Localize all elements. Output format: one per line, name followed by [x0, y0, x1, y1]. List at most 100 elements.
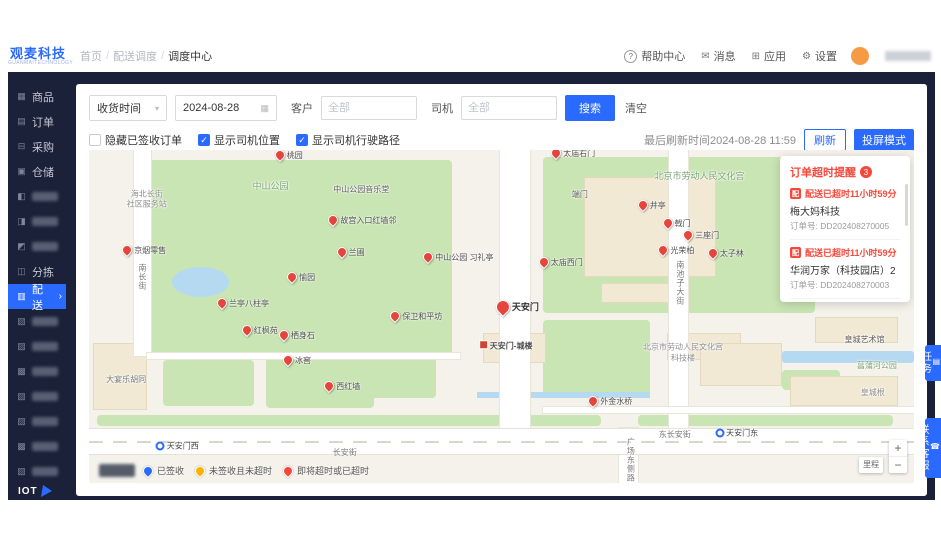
map-marker[interactable]: 栖身石 [276, 327, 315, 342]
map-marker[interactable]: 故宫入口红墙邻 [326, 212, 397, 227]
map-label: 菖蒲河公园 [856, 361, 897, 371]
calendar-icon: ▦ [260, 102, 269, 113]
map-marker[interactable]: 太庙右门 [549, 150, 596, 161]
map-marker[interactable]: 兰圃 [334, 244, 365, 259]
checkbox-option[interactable]: ✓ 显示司机行驶路径 [296, 132, 400, 148]
search-button[interactable]: 搜索 [565, 95, 615, 121]
map-marker[interactable]: 戟门 [660, 216, 691, 231]
sidebar-item-配送[interactable]: ▥ 配送 › [8, 284, 66, 312]
clear-button[interactable]: 清空 [625, 100, 647, 116]
sidebar-item-商品[interactable]: ▦ 商品 [8, 84, 66, 109]
map-label: 东长安街 [658, 429, 691, 439]
sidebar-item-采购[interactable]: ⊟ 采购 [8, 134, 66, 159]
map-marker[interactable]: 外金水桥 [586, 394, 633, 409]
scrollbar[interactable] [905, 184, 908, 226]
map-marker[interactable]: 京烟零售 [120, 242, 167, 257]
mileage-button[interactable]: 里程 [859, 457, 883, 473]
masked-text [32, 217, 58, 226]
map-marker[interactable]: 太子林 [705, 246, 744, 261]
map-marker[interactable]: 西红墙 [322, 379, 361, 394]
order-alert-item[interactable]: 配剩余0分华润万家（科技园店）2 [790, 298, 900, 302]
marker-label: 西红墙 [336, 382, 361, 392]
marker-label: 故宫入口红墙邻 [340, 215, 397, 225]
breadcrumb-item[interactable]: 配送调度 [113, 48, 157, 64]
order-number: 订单号: DD202408270005 [790, 221, 890, 231]
map-marker[interactable]: 光荣柏 [656, 242, 694, 257]
marker-label: 三座门 [695, 230, 720, 240]
sidebar-item-masked[interactable]: ◩ [8, 234, 66, 259]
masked-text [32, 417, 58, 426]
marker-label: 太子林 [719, 249, 744, 259]
sidebar-item-masked[interactable]: ▧ [8, 384, 66, 409]
chevron-right-icon: › [58, 291, 62, 302]
sidebar-item-masked[interactable]: ▨ [8, 409, 66, 434]
legend-item: 已签收 [140, 463, 184, 478]
delivery-tag-icon: 配 [790, 247, 801, 258]
marker-label: 保卫和平坊 [402, 312, 443, 322]
map[interactable]: 中山公园 中山公园音乐堂 北京市劳动人民文化宫 海北长街 社区服务站 端门 天安门-城楼 北… [89, 150, 914, 483]
pin-icon [120, 242, 135, 257]
map-marker[interactable]: 井亭 [635, 197, 666, 213]
sidebar-item-masked[interactable]: ◧ [8, 184, 66, 209]
header-action-help[interactable]: ? 帮助中心 [624, 48, 685, 64]
map-marker[interactable]: 愉园 [285, 269, 315, 284]
map-marker[interactable]: 冰窖 [280, 352, 311, 367]
map-marker[interactable]: 桃园 [272, 150, 303, 163]
marker-label: 京烟零售 [134, 245, 167, 255]
map-marker[interactable]: 红枫苑 [239, 322, 278, 337]
order-number: 订单号: DD202408270003 [790, 280, 890, 290]
sidebar-item-label: 商品 [32, 91, 54, 104]
map-label: 中山公园音乐堂 [333, 184, 390, 194]
sidebar-item-masked[interactable]: ▧ [8, 459, 66, 484]
cast-mode-button[interactable]: 投屏模式 [854, 129, 914, 151]
checkbox-option[interactable]: ✓ 显示司机位置 [198, 132, 280, 148]
sidebar-item-masked[interactable]: ▧ [8, 309, 66, 334]
tab-tasks[interactable]: ▤ 任务 [919, 345, 941, 381]
refresh-button[interactable]: 刷新 [804, 129, 846, 151]
overdue-alert-panel: 订单超时提醒 3 配配送已超时11小时59分 梅大妈科技 订单号: DD202408… [780, 156, 910, 302]
tab-support[interactable]: ☎ 联系客服 [917, 418, 941, 478]
order-alert-item[interactable]: 配配送已超时11小时59分 华润万家（科技园店）2 订单号: DD202408270… [790, 239, 900, 291]
masked-icon: ▩ [17, 441, 26, 451]
date-picker[interactable]: 2024-08-28 ▦ [175, 95, 277, 121]
map-marker[interactable]: 保卫和平坊 [388, 309, 443, 324]
sidebar-item-订单[interactable]: ▤ 订单 [8, 109, 66, 134]
masked-icon: ▨ [17, 341, 26, 351]
sidebar-item-masked[interactable]: ▩ [8, 359, 66, 384]
sidebar-item-masked[interactable]: ▩ [8, 434, 66, 459]
driver-label: 司机 [431, 103, 453, 115]
checkbox-option[interactable]: 隐藏已签收订单 [89, 132, 182, 148]
sidebar-item-仓储[interactable]: ▣ 仓储 [8, 159, 66, 184]
logo[interactable]: 观麦科技 GUANMAITECHNOLOGY [8, 47, 73, 66]
pin-icon [586, 394, 601, 409]
map-label: 北京市劳动人民文化宫 科技楼 [643, 342, 723, 363]
map-marker[interactable]: 天安门 [492, 296, 539, 317]
sidebar-item-masked[interactable]: ◨ [8, 209, 66, 234]
time-type-select[interactable]: 收货时间 ▾ [89, 95, 167, 121]
sidebar-item-masked[interactable]: ▨ [8, 334, 66, 359]
pin-icon [326, 212, 341, 227]
avatar[interactable] [851, 47, 869, 65]
map-marker[interactable]: 中山公园 习礼亭 [421, 249, 493, 264]
delivery-tag-icon: 配 [790, 188, 801, 199]
map-marker[interactable]: 兰亭八柱亭 [214, 296, 269, 311]
driver-input[interactable] [461, 96, 557, 120]
header-action-apps[interactable]: ⊞ 应用 [752, 48, 786, 64]
customer-input[interactable] [321, 96, 417, 120]
checkbox-group: 隐藏已签收订单 ✓ 显示司机位置 ✓ 显示司机行驶路径 [89, 132, 416, 148]
marker-label: 外金水桥 [600, 397, 633, 407]
header-action-message[interactable]: ✉ 消息 [701, 48, 735, 64]
order-status: 配配送已超时11小时59分 [790, 187, 900, 200]
pin-icon [239, 322, 254, 337]
date-value: 2024-08-28 [183, 102, 240, 114]
header-action-settings[interactable]: ⚙ 设置 [802, 48, 837, 64]
breadcrumb-item[interactable]: 首页 [80, 48, 102, 64]
zoom-in-button[interactable]: + [889, 440, 907, 456]
map-label: 大宴乐胡同 [106, 374, 147, 384]
map-marker[interactable]: 三座门 [681, 227, 720, 242]
zoom-out-button[interactable]: − [889, 456, 907, 473]
order-alert-item[interactable]: 配配送已超时11小时59分 梅大妈科技 订单号: DD202408270005 [790, 187, 900, 232]
topbar: 观麦科技 GUANMAITECHNOLOGY 首页 / 配送调度 / 调度中心 ? 帮助中… [8, 40, 935, 72]
map-marker[interactable]: 太庙西门 [536, 254, 583, 269]
marker-label: 太庙右门 [563, 150, 596, 159]
